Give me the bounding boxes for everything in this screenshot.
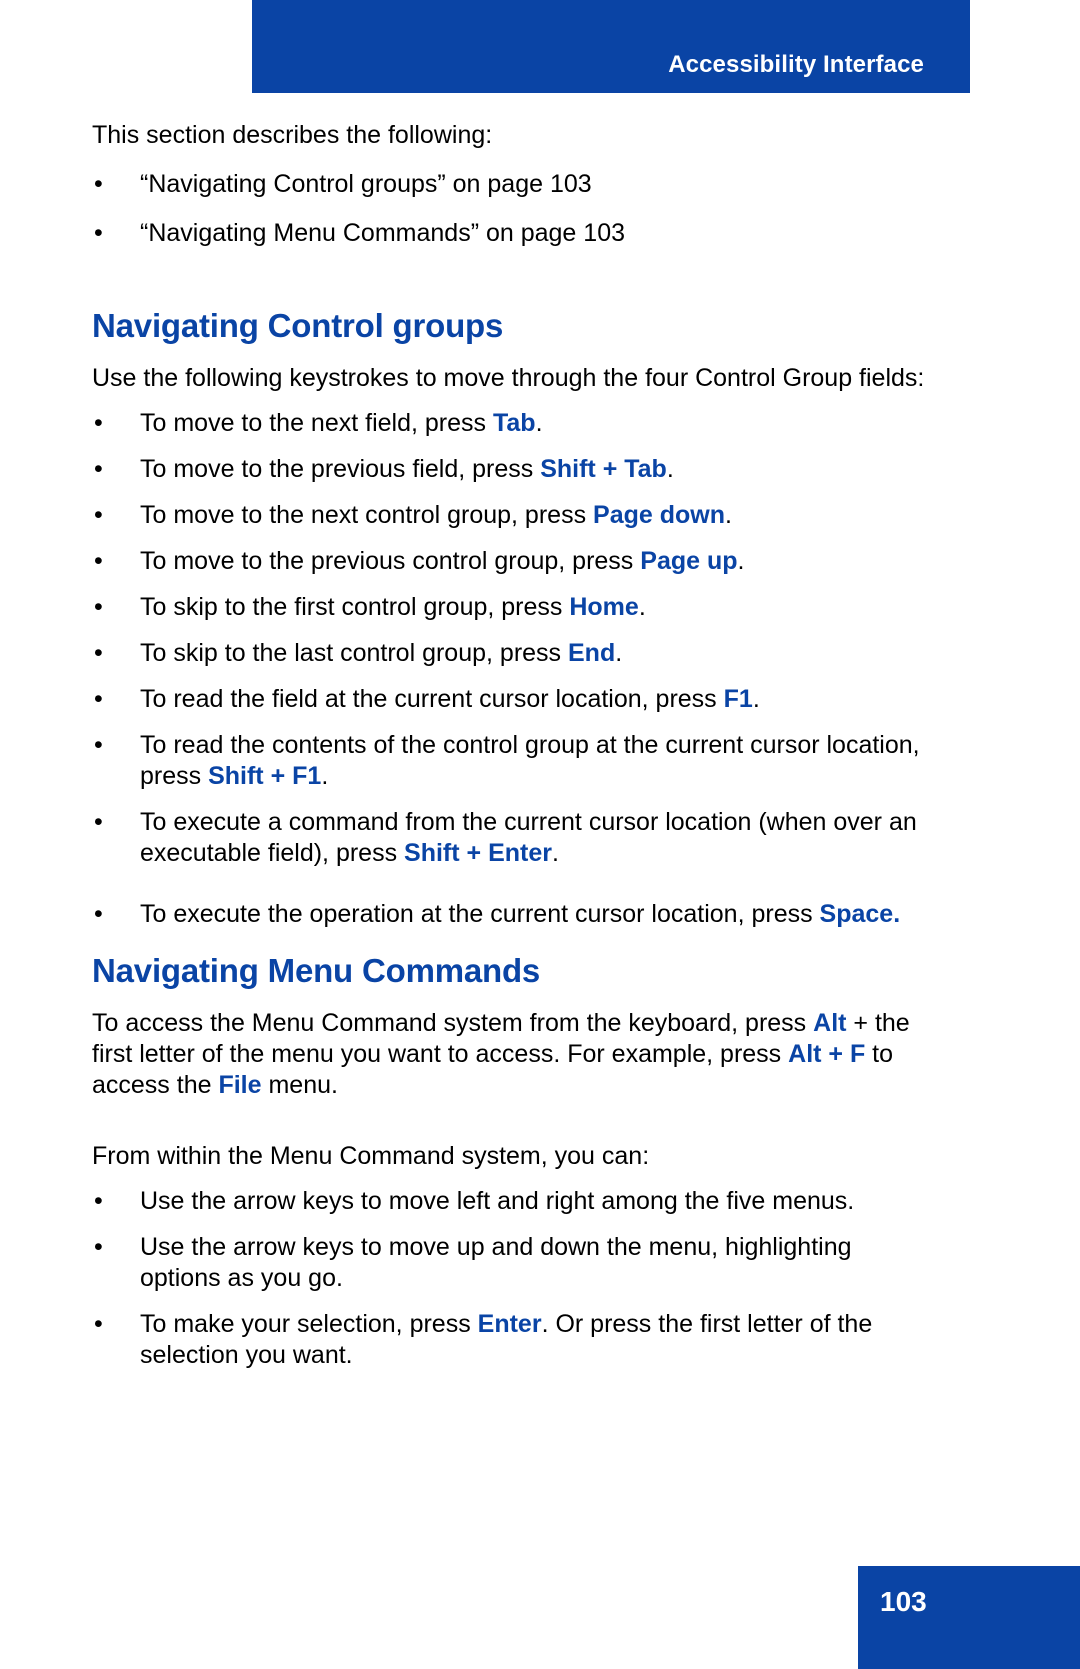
key-label: Shift + Enter <box>404 839 552 867</box>
page-number: 103 <box>880 1586 927 1617</box>
paragraph-text: menu. <box>261 1071 338 1099</box>
paragraph-text: To access the Menu Command system from t… <box>92 1009 814 1037</box>
list-item: • To make your selection, press Enter. O… <box>92 1309 932 1371</box>
page-number-box: 103 <box>858 1566 1080 1669</box>
action-text: Use the arrow keys to move up and down t… <box>140 1233 852 1292</box>
keystroke-text-end: . <box>321 762 329 790</box>
list-item: • To read the contents of the control gr… <box>92 730 932 792</box>
section-intro-paragraph: Use the following keystrokes to move thr… <box>92 364 925 392</box>
page-header-bar: Accessibility Interface <box>252 0 970 93</box>
bullet-icon: • <box>94 170 103 198</box>
bullet-icon: • <box>94 501 103 529</box>
keystroke-text-end: . <box>737 547 745 575</box>
keystroke-text: To move to the previous control group, p… <box>140 547 641 575</box>
key-label: F1 <box>723 685 753 713</box>
list-item: • To move to the previous control group,… <box>92 546 932 577</box>
action-text: Use the arrow keys to move left and righ… <box>140 1187 855 1215</box>
key-label: Space. <box>819 900 901 928</box>
list-item: • To execute a command from the current … <box>92 807 932 869</box>
list-item: • Use the arrow keys to move left and ri… <box>92 1186 932 1217</box>
keystroke-text: To move to the next field, press <box>140 409 493 437</box>
bullet-icon: • <box>94 1310 103 1338</box>
list-item: • To move to the next control group, pre… <box>92 500 932 531</box>
keystroke-text-end: . <box>724 501 732 529</box>
bullet-icon: • <box>94 639 103 667</box>
menu-command-actions-list: • Use the arrow keys to move left and ri… <box>92 1186 932 1371</box>
keystroke-text: To read the field at the current cursor … <box>140 685 724 713</box>
keystroke-text-end: . <box>752 685 760 713</box>
bullet-icon: • <box>94 547 103 575</box>
section-heading-navigating-control-groups: Navigating Control groups <box>92 307 504 344</box>
keystroke-text: To skip to the last control group, press <box>140 639 568 667</box>
menu-system-intro-paragraph: From within the Menu Command system, you… <box>92 1142 650 1170</box>
keystroke-text: To move to the next control group, press <box>140 501 594 529</box>
page-header-title: Accessibility Interface <box>668 51 924 78</box>
list-item: • To read the field at the current curso… <box>92 684 932 715</box>
bullet-icon: • <box>94 808 103 836</box>
list-item: • “Navigating Control groups” on page 10… <box>92 169 932 200</box>
bullet-icon: • <box>94 593 103 621</box>
keystroke-text-end: . <box>666 455 674 483</box>
toc-entry-label[interactable]: “Navigating Menu Commands” on page 103 <box>140 219 625 247</box>
menu-access-paragraph: To access the Menu Command system from t… <box>92 1008 932 1101</box>
keystroke-text-end: . <box>535 409 543 437</box>
key-label: Alt <box>813 1009 847 1037</box>
list-item: • To move to the next field, press Tab. <box>92 408 932 439</box>
bullet-icon: • <box>94 409 103 437</box>
bullet-icon: • <box>94 900 103 928</box>
key-label: Alt + F <box>788 1040 866 1068</box>
keystroke-text: To skip to the first control group, pres… <box>140 593 570 621</box>
bullet-icon: • <box>94 455 103 483</box>
section-toc-list: • “Navigating Control groups” on page 10… <box>92 169 932 249</box>
keystroke-text-end: . <box>551 839 559 867</box>
key-label: End <box>568 639 616 667</box>
list-item: • To skip to the last control group, pre… <box>92 638 932 669</box>
bullet-icon: • <box>94 1233 103 1261</box>
key-label: Enter <box>477 1310 542 1338</box>
keystroke-text: To move to the previous field, press <box>140 455 541 483</box>
key-label: Page up <box>640 547 738 575</box>
key-label: Home <box>569 593 639 621</box>
list-item: • To execute the operation at the curren… <box>92 899 932 930</box>
list-item: • Use the arrow keys to move up and down… <box>92 1232 932 1294</box>
keystroke-text-end: . <box>615 639 623 667</box>
control-group-keystrokes-list: • To move to the next field, press Tab. … <box>92 408 932 930</box>
key-label: Shift + F1 <box>208 762 322 790</box>
section-heading-navigating-menu-commands: Navigating Menu Commands <box>92 952 541 989</box>
action-text: To make your selection, press <box>140 1310 478 1338</box>
key-label: Shift + Tab <box>540 455 667 483</box>
bullet-icon: • <box>94 219 103 247</box>
key-label: Page down <box>593 501 725 529</box>
key-label: File <box>218 1071 262 1099</box>
keystroke-text: To execute the operation at the current … <box>140 900 820 928</box>
page-content: This section describes the following: • … <box>92 120 932 1386</box>
list-item: • To skip to the first control group, pr… <box>92 592 932 623</box>
bullet-icon: • <box>94 1187 103 1215</box>
key-label: Tab <box>492 409 536 437</box>
list-item: • “Navigating Menu Commands” on page 103 <box>92 218 932 249</box>
keystroke-text-end: . <box>638 593 646 621</box>
toc-entry-label[interactable]: “Navigating Control groups” on page 103 <box>140 170 592 198</box>
bullet-icon: • <box>94 685 103 713</box>
intro-lead: This section describes the following: <box>92 121 493 149</box>
list-item: • To move to the previous field, press S… <box>92 454 932 485</box>
bullet-icon: • <box>94 731 103 759</box>
